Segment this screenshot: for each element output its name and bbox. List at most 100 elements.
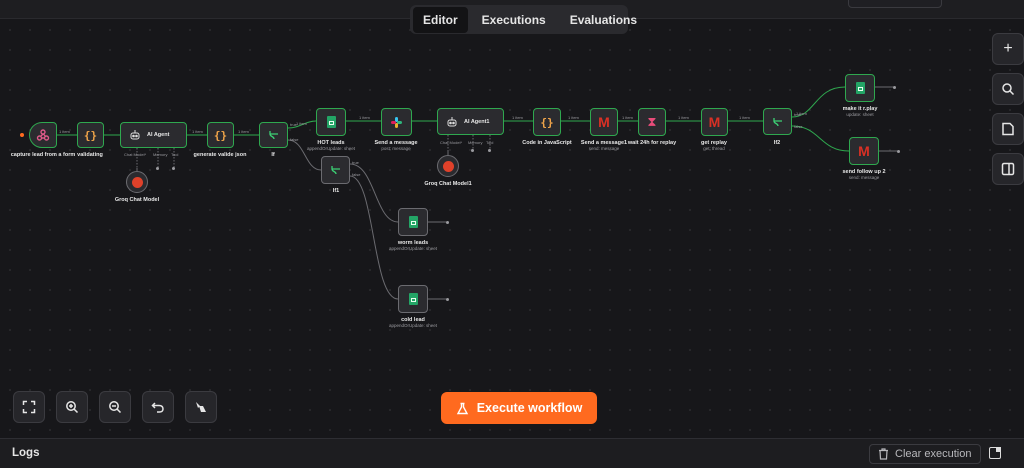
branch-icon: [772, 116, 784, 128]
node-label: wait 24h for replay: [627, 140, 677, 146]
port-label: false: [794, 124, 803, 129]
node-send-message1[interactable]: M: [590, 108, 618, 136]
node-title: AI Agent1: [464, 118, 490, 125]
logs-title: Logs: [12, 447, 40, 459]
node-groq-model[interactable]: [126, 171, 148, 193]
port-handle[interactable]: [471, 149, 474, 152]
node-label: validating: [77, 152, 103, 158]
trigger-indicator: [20, 133, 24, 137]
robot-icon: [129, 129, 141, 141]
port-label: Tool: [486, 140, 494, 145]
code-braces-icon: {}: [213, 128, 228, 142]
node-sublabel: get: thread: [703, 146, 725, 151]
node-cold-lead[interactable]: [398, 285, 428, 313]
port-handle[interactable]: [893, 86, 896, 89]
port-label: false: [352, 172, 361, 177]
node-worm-leads[interactable]: [398, 208, 428, 236]
node-title: AI Agent: [147, 132, 170, 138]
port-handle[interactable]: [488, 149, 491, 152]
search-nodes-button[interactable]: [992, 73, 1024, 105]
node-sublabel: send: message: [848, 175, 880, 180]
node-label: Groq Chat Model: [114, 197, 160, 203]
node-send-message[interactable]: [381, 108, 412, 136]
port-label: true: [794, 112, 801, 117]
node-ai-agent1[interactable]: AI Agent1: [437, 108, 504, 135]
edge: [349, 175, 399, 300]
node-sublabel: appendOrUpdate: sheet: [306, 146, 356, 151]
popout-icon[interactable]: [989, 447, 1001, 459]
port-handle[interactable]: [897, 150, 900, 153]
node-get-replay[interactable]: M: [701, 108, 728, 136]
undo-icon: [151, 402, 164, 413]
edge-label: 1 item: [568, 115, 579, 120]
connections: [57, 86, 897, 300]
port-handle[interactable]: [446, 221, 449, 224]
node-sublabel: appendOrUpdate: sheet: [388, 323, 438, 328]
sticky-note-icon: [1002, 122, 1014, 136]
undo-button[interactable]: [142, 391, 174, 423]
workflow-canvas[interactable]: Editor Executions Evaluations 1 item 1 i…: [0, 0, 1024, 438]
edge-label: 1 item: [678, 115, 689, 120]
groq-icon: [442, 160, 454, 172]
node-hot-leads[interactable]: [316, 108, 346, 136]
webhook-icon: [36, 128, 50, 142]
zoom-in-button[interactable]: [56, 391, 88, 423]
clear-execution-button[interactable]: Clear execution: [869, 444, 981, 464]
add-node-button[interactable]: +: [992, 33, 1024, 65]
node-groq-model1[interactable]: [437, 155, 459, 177]
node-validating[interactable]: {}: [77, 122, 104, 148]
node-generate-json[interactable]: {}: [207, 122, 234, 148]
node-label: If2: [773, 140, 781, 146]
toggle-panel-button[interactable]: [992, 153, 1024, 185]
node-sublabel: post: message: [381, 146, 411, 151]
node-make-replay[interactable]: [845, 74, 875, 102]
execute-workflow-button[interactable]: Execute workflow: [441, 392, 597, 424]
port-label: Chat Model*: [124, 152, 147, 157]
branch-icon: [330, 164, 342, 176]
fit-view-icon: [22, 400, 36, 414]
zoom-out-icon: [109, 401, 122, 414]
node-label: generate valide json: [193, 152, 247, 158]
sheets-icon: [408, 293, 418, 305]
node-if2[interactable]: [763, 108, 792, 135]
node-label: capture lead from a form: [10, 152, 76, 158]
edge-label: 1 item: [238, 129, 249, 134]
edge-label: 1 item: [359, 115, 370, 120]
node-label: If1: [332, 188, 340, 194]
node-if1[interactable]: [321, 156, 350, 184]
port-label: Memory: [153, 152, 168, 157]
node-code-js[interactable]: {}: [533, 108, 561, 136]
port-handle[interactable]: [446, 298, 449, 301]
execute-label: Execute workflow: [476, 401, 583, 415]
node-capture-lead[interactable]: [29, 122, 57, 148]
sheets-icon: [855, 82, 865, 94]
zoom-out-button[interactable]: [99, 391, 131, 423]
edge-label: 1 item: [59, 129, 70, 134]
node-sublabel: appendOrUpdate: sheet: [388, 246, 438, 251]
add-sticky-button[interactable]: [992, 113, 1024, 145]
edge: [791, 125, 850, 152]
port-label: true: [352, 160, 359, 165]
branch-icon: [268, 129, 280, 141]
fit-view-button[interactable]: [13, 391, 45, 423]
port-handle[interactable]: [172, 167, 175, 170]
port-handle[interactable]: [156, 167, 159, 170]
port-label: Chat Model*: [440, 140, 463, 145]
node-ai-agent[interactable]: AI Agent: [120, 122, 187, 148]
edge-label: 1 item: [739, 115, 750, 120]
tidy-up-button[interactable]: [185, 391, 217, 423]
logs-panel[interactable]: Logs Clear execution: [0, 438, 1024, 468]
node-if[interactable]: [259, 122, 288, 148]
trash-icon: [879, 448, 888, 460]
node-wait[interactable]: ⧗: [638, 108, 666, 136]
node-follow-up[interactable]: M: [849, 137, 879, 165]
hourglass-icon: ⧗: [647, 114, 657, 129]
tidy-up-icon: [196, 402, 206, 412]
node-label: Groq Chat Model1: [424, 181, 472, 187]
port-label: Memory: [468, 140, 483, 145]
node-label: Code in JavaScript: [522, 140, 572, 146]
edge-label: 1 item: [622, 115, 633, 120]
port-label: false: [290, 137, 299, 142]
gmail-icon: M: [598, 114, 610, 130]
search-icon: [1002, 83, 1015, 96]
